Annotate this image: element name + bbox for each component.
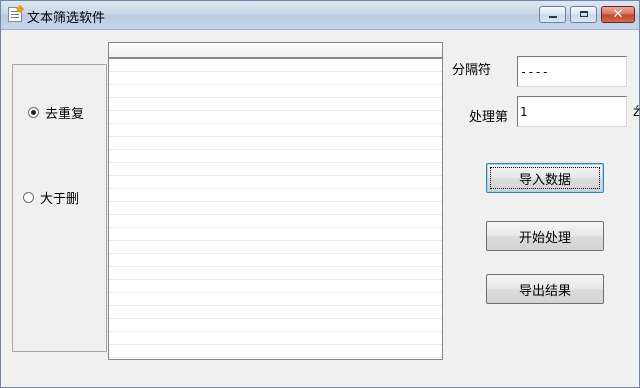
column-suffix-label: ź bbox=[633, 105, 640, 120]
radio-option-greater-delete[interactable]: 大于删 bbox=[23, 188, 79, 207]
column-input[interactable] bbox=[517, 96, 627, 127]
start-processing-label: 开始处理 bbox=[518, 230, 571, 246]
export-results-button[interactable]: 导出结果 bbox=[486, 274, 604, 304]
separator-input[interactable] bbox=[517, 56, 627, 87]
close-button[interactable]: ✕ bbox=[601, 6, 635, 23]
radio-greater-delete[interactable] bbox=[23, 192, 34, 203]
maximize-icon bbox=[580, 11, 588, 17]
focus-ring bbox=[490, 167, 600, 189]
radio-option-dedupe[interactable]: 去重复 bbox=[28, 103, 84, 122]
import-data-button[interactable]: 导入数据 bbox=[486, 163, 604, 193]
column-label: 处理第 bbox=[469, 110, 509, 125]
title-bar[interactable]: 文本筛选软件 ✕ bbox=[1, 1, 639, 30]
list-rows bbox=[109, 59, 442, 359]
window-title: 文本筛选软件 bbox=[27, 11, 106, 26]
separator-label: 分隔符 bbox=[452, 63, 492, 78]
minimize-button[interactable] bbox=[539, 6, 566, 23]
minimize-icon bbox=[549, 16, 557, 18]
radio-dedupe-label: 去重复 bbox=[45, 107, 85, 122]
radio-greater-delete-label: 大于删 bbox=[40, 192, 80, 207]
list-header[interactable] bbox=[109, 43, 442, 59]
app-window: 文本筛选软件 ✕ 去重复 大于删 分隔符 处理第 ź 导入数据 开始处理 bbox=[0, 0, 640, 388]
start-processing-button[interactable]: 开始处理 bbox=[486, 221, 604, 251]
mode-groupbox: 去重复 大于删 bbox=[12, 64, 107, 352]
maximize-button[interactable] bbox=[570, 6, 597, 23]
data-list[interactable] bbox=[108, 42, 443, 360]
radio-dedupe[interactable] bbox=[28, 107, 39, 118]
export-results-label: 导出结果 bbox=[518, 283, 571, 299]
close-icon: ✕ bbox=[612, 7, 624, 22]
app-icon bbox=[8, 7, 22, 22]
